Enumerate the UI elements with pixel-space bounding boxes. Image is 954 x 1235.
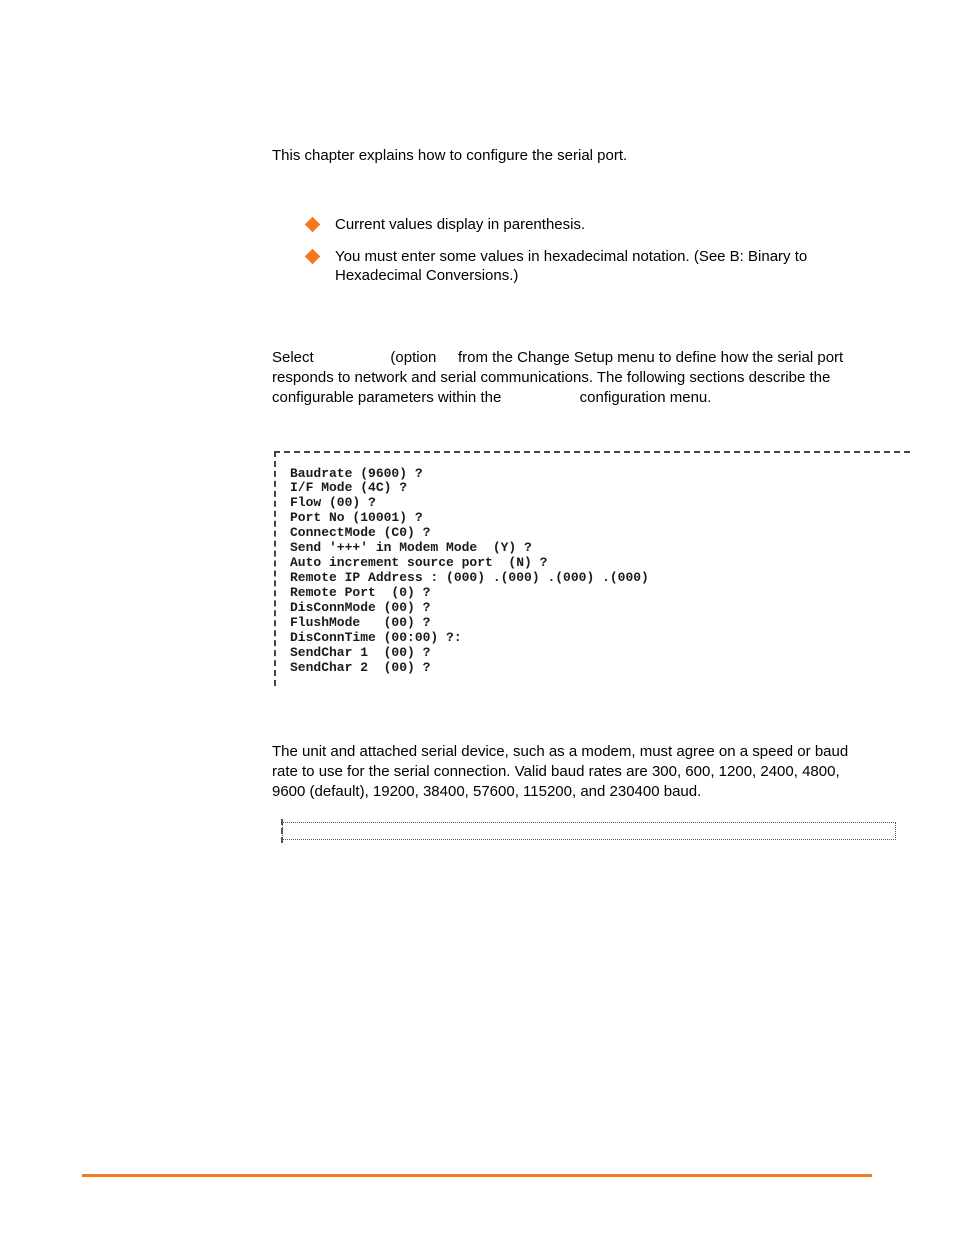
hidden-text: Channel 1 xyxy=(318,349,386,366)
note-item: Current values display in parenthesis. xyxy=(307,215,872,235)
note-item: You must enter some values in hexadecima… xyxy=(307,247,872,286)
text-fragment: Select xyxy=(272,349,318,366)
chapter-title: 8: Setup Mode: Channel Configuration xyxy=(272,54,872,86)
subsection-title-baudrate: Baudrate xyxy=(274,712,872,732)
notes-heading: Notes: xyxy=(276,186,872,203)
hidden-text: 1) xyxy=(440,349,453,366)
baudrate-paragraph: The unit and attached serial device, suc… xyxy=(272,742,872,803)
terminal-output: Baudrate (9600) ? I/F Mode (4C) ? Flow (… xyxy=(274,451,910,686)
footer-left-text: UDS1100 User Guide xyxy=(82,1190,207,1205)
notes-list: Current values display in parenthesis. Y… xyxy=(307,215,872,286)
intro-paragraph: This chapter explains how to configure t… xyxy=(272,146,872,166)
text-fragment: (option xyxy=(386,349,440,366)
note-text: Current values display in parenthesis. xyxy=(335,216,585,233)
figure-caption: Figure 8-1. Serial Port Parameters xyxy=(274,429,872,445)
footer-divider xyxy=(82,1174,872,1177)
section-title-channel1: Channel 1 xyxy=(274,316,872,338)
diamond-icon xyxy=(305,248,321,264)
channel1-paragraph: Select Channel 1 (option 1) from the Cha… xyxy=(272,348,872,409)
hidden-text: Serial Port xyxy=(505,389,575,406)
document-page: 8: Setup Mode: Channel Configuration Thi… xyxy=(0,0,954,1235)
diamond-icon xyxy=(305,217,321,233)
text-fragment: configuration menu. xyxy=(576,389,712,406)
empty-terminal-box xyxy=(282,822,896,840)
note-text: You must enter some values in hexadecima… xyxy=(335,248,807,285)
page-number: 49 xyxy=(856,1189,872,1205)
